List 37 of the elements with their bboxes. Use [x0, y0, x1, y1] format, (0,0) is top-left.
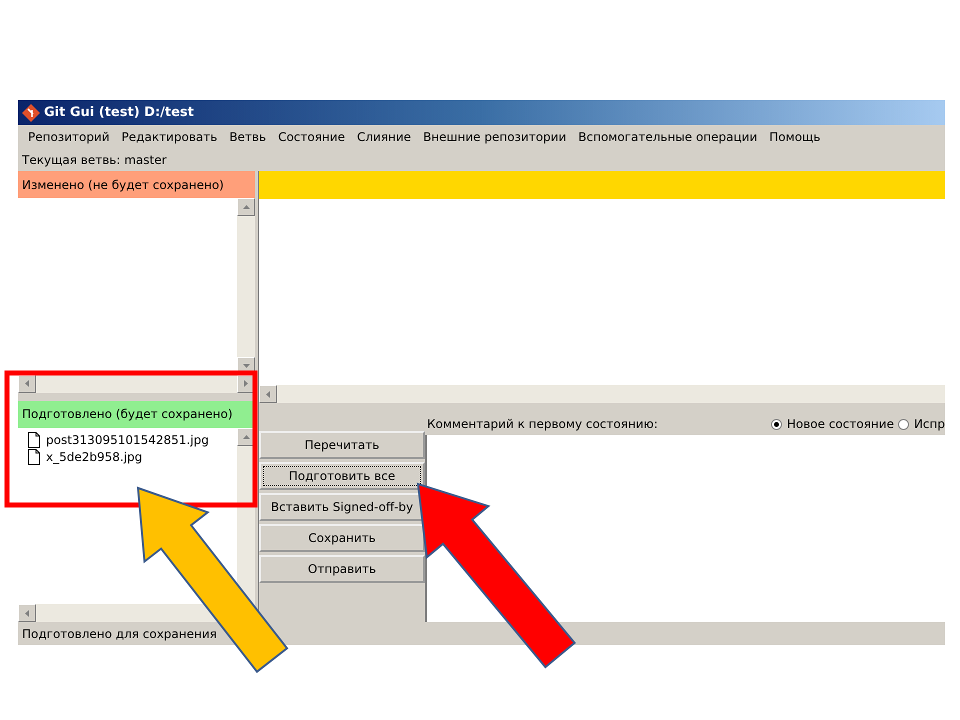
menu-item[interactable]: Вспомогательные операции [572, 130, 764, 144]
radio-button[interactable] [770, 418, 782, 430]
right-arrow-icon [244, 380, 248, 387]
down-arrow-icon [242, 364, 250, 368]
menu-item[interactable]: Репозиторий [22, 130, 116, 144]
status-text: Подготовлено для сохранения [22, 626, 217, 640]
staged-header: Подготовлено (будет сохранено) [18, 400, 255, 428]
file-name[interactable]: post313095101542851.jpg [46, 433, 209, 447]
left-arrow-icon [266, 390, 270, 398]
action-button[interactable]: Перечитать [259, 431, 425, 459]
up-arrow-icon [242, 434, 250, 438]
file-name[interactable]: x_5de2b958.jpg [46, 450, 142, 464]
menu-item[interactable]: Ветвь [223, 130, 272, 144]
unstaged-header: Изменено (не будет сохранено) [18, 171, 255, 198]
radio-label[interactable]: Новое состояние [786, 417, 894, 431]
file-icon [28, 449, 40, 465]
horizontal-scrollbar[interactable] [18, 374, 255, 392]
action-button[interactable]: Сохранить [259, 524, 425, 552]
comment-field[interactable] [425, 435, 945, 622]
action-button[interactable]: Подготовить все [259, 462, 425, 490]
menu-item[interactable]: Редактировать [116, 130, 224, 144]
radio-label[interactable]: Испр [914, 417, 945, 431]
diamond-logo-icon [22, 104, 40, 122]
window-title: Git Gui (test) D:/test [44, 105, 194, 120]
file-icon [28, 432, 40, 448]
up-arrow-icon [242, 205, 250, 209]
menu-item[interactable]: Внешние репозитории [417, 130, 572, 144]
current-branch-label: Текущая ветвь: master [22, 153, 167, 167]
action-button[interactable]: Отправить [259, 555, 425, 583]
comment-label: Комментарий к первому состоянию: [427, 417, 658, 431]
radio-button[interactable] [898, 418, 909, 430]
horizontal-scrollbar[interactable] [259, 385, 945, 403]
menu-item[interactable]: Помощь [763, 130, 826, 144]
left-arrow-icon [25, 380, 29, 387]
menu-item[interactable]: Состояние [272, 130, 351, 144]
left-arrow-icon [25, 610, 29, 616]
menu-item[interactable]: Слияние [350, 130, 418, 144]
